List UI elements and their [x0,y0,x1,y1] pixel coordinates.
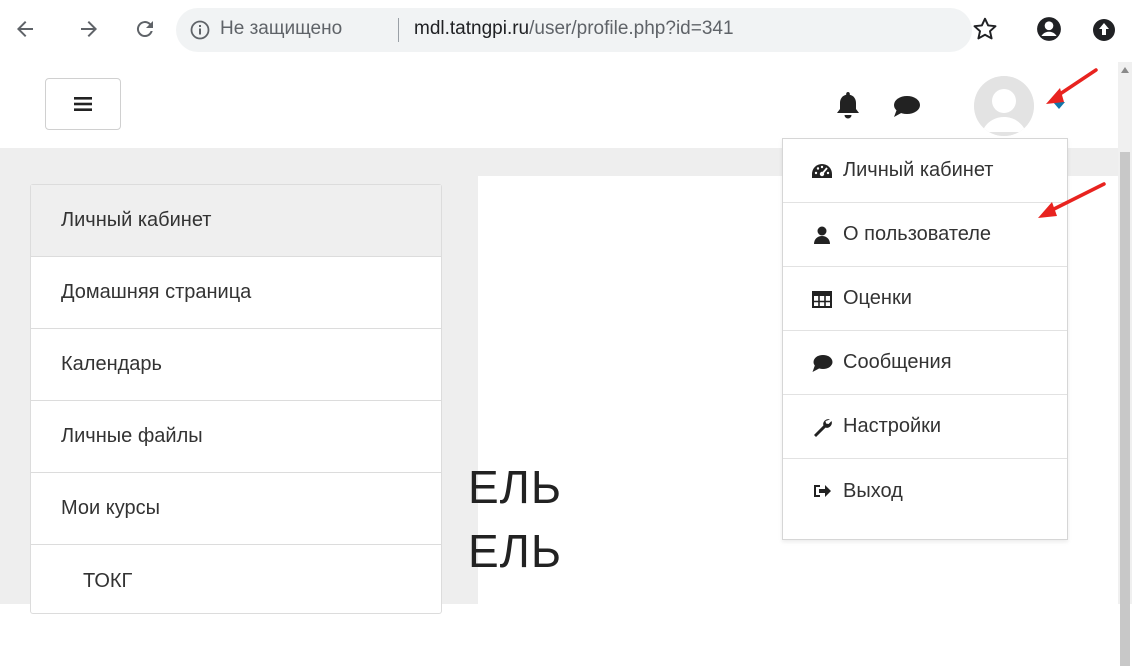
scroll-up-icon[interactable] [1120,66,1130,74]
browser-toolbar: Не защищено mdl.tatngpi.ru/user/profile.… [0,0,1132,63]
sidebar-item-dashboard[interactable]: Личный кабинет [31,185,441,257]
menu-item-messages[interactable]: Сообщения [783,331,1067,395]
page-title-fragment: ЕЛЬ [468,525,563,577]
bell-icon[interactable] [834,90,862,120]
star-icon[interactable] [972,16,998,42]
sidebar-nav: Личный кабинет Домашняя страница Календа… [30,184,442,614]
user-menu-dropdown: Личный кабинет О пользователе Оценки Соо… [782,138,1068,540]
sidebar-item-label: Личный кабинет [61,209,212,231]
hamburger-icon [74,97,92,111]
chat-bubble-icon[interactable] [892,94,922,118]
back-icon[interactable] [10,14,40,44]
url-host: mdl.tatngpi.ru [414,18,530,39]
sidebar-item-my-courses[interactable]: Мои курсы [31,473,441,545]
sidebar-item-label: Личные файлы [61,425,203,447]
sidebar-item-label: Календарь [61,353,162,375]
forward-icon[interactable] [74,14,104,44]
wrench-icon [814,418,832,437]
scrollbar[interactable] [1118,62,1132,666]
scrollbar-thumb[interactable] [1120,152,1130,666]
url-path: /user/profile.php?id=341 [529,18,734,39]
menu-item-label: О пользователе [843,223,992,245]
divider [398,18,399,42]
table-icon [812,290,832,308]
security-label[interactable]: Не защищено [220,18,342,40]
menu-item-label: Оценки [843,287,912,309]
sidebar-item-label: ТОКГ [83,569,133,592]
dashboard-icon [812,163,832,178]
sidebar-item-private-files[interactable]: Личные файлы [31,401,441,473]
account-icon[interactable] [1036,16,1062,42]
site-header [0,62,1118,148]
sidebar-item-calendar[interactable]: Календарь [31,329,441,401]
menu-item-label: Настройки [843,415,942,437]
sidebar-item-course[interactable]: ТОКГ [31,545,441,617]
user-avatar-icon [974,76,1034,136]
reload-icon[interactable] [130,14,160,44]
menu-item-label: Сообщения [843,351,952,373]
info-icon[interactable] [190,20,210,40]
menu-item-preferences[interactable]: Настройки [783,395,1067,459]
menu-item-grades[interactable]: Оценки [783,267,1067,331]
hamburger-menu-button[interactable] [45,78,121,130]
menu-item-label: Выход [843,479,903,502]
sidebar-item-label: Домашняя страница [61,281,252,303]
page-title-fragment: ЕЛЬ [468,461,563,513]
annotation-arrow [1038,182,1106,218]
menu-item-logout[interactable]: Выход [783,459,1067,523]
address-bar[interactable]: Не защищено mdl.tatngpi.ru/user/profile.… [176,8,972,52]
menu-item-label: Личный кабинет [843,159,994,181]
menu-item-profile[interactable]: О пользователе [783,203,1067,267]
menu-item-dashboard[interactable]: Личный кабинет [783,139,1067,203]
sign-out-icon [814,485,831,497]
avatar[interactable] [974,76,1034,136]
annotation-arrow [1046,68,1098,104]
user-icon [814,226,830,244]
url-text[interactable]: mdl.tatngpi.ru/user/profile.php?id=341 [414,18,734,40]
chat-bubble-icon [812,354,833,372]
sidebar-item-label: Мои курсы [61,497,160,519]
extension-icon[interactable] [1092,18,1116,42]
sidebar-item-home[interactable]: Домашняя страница [31,257,441,329]
